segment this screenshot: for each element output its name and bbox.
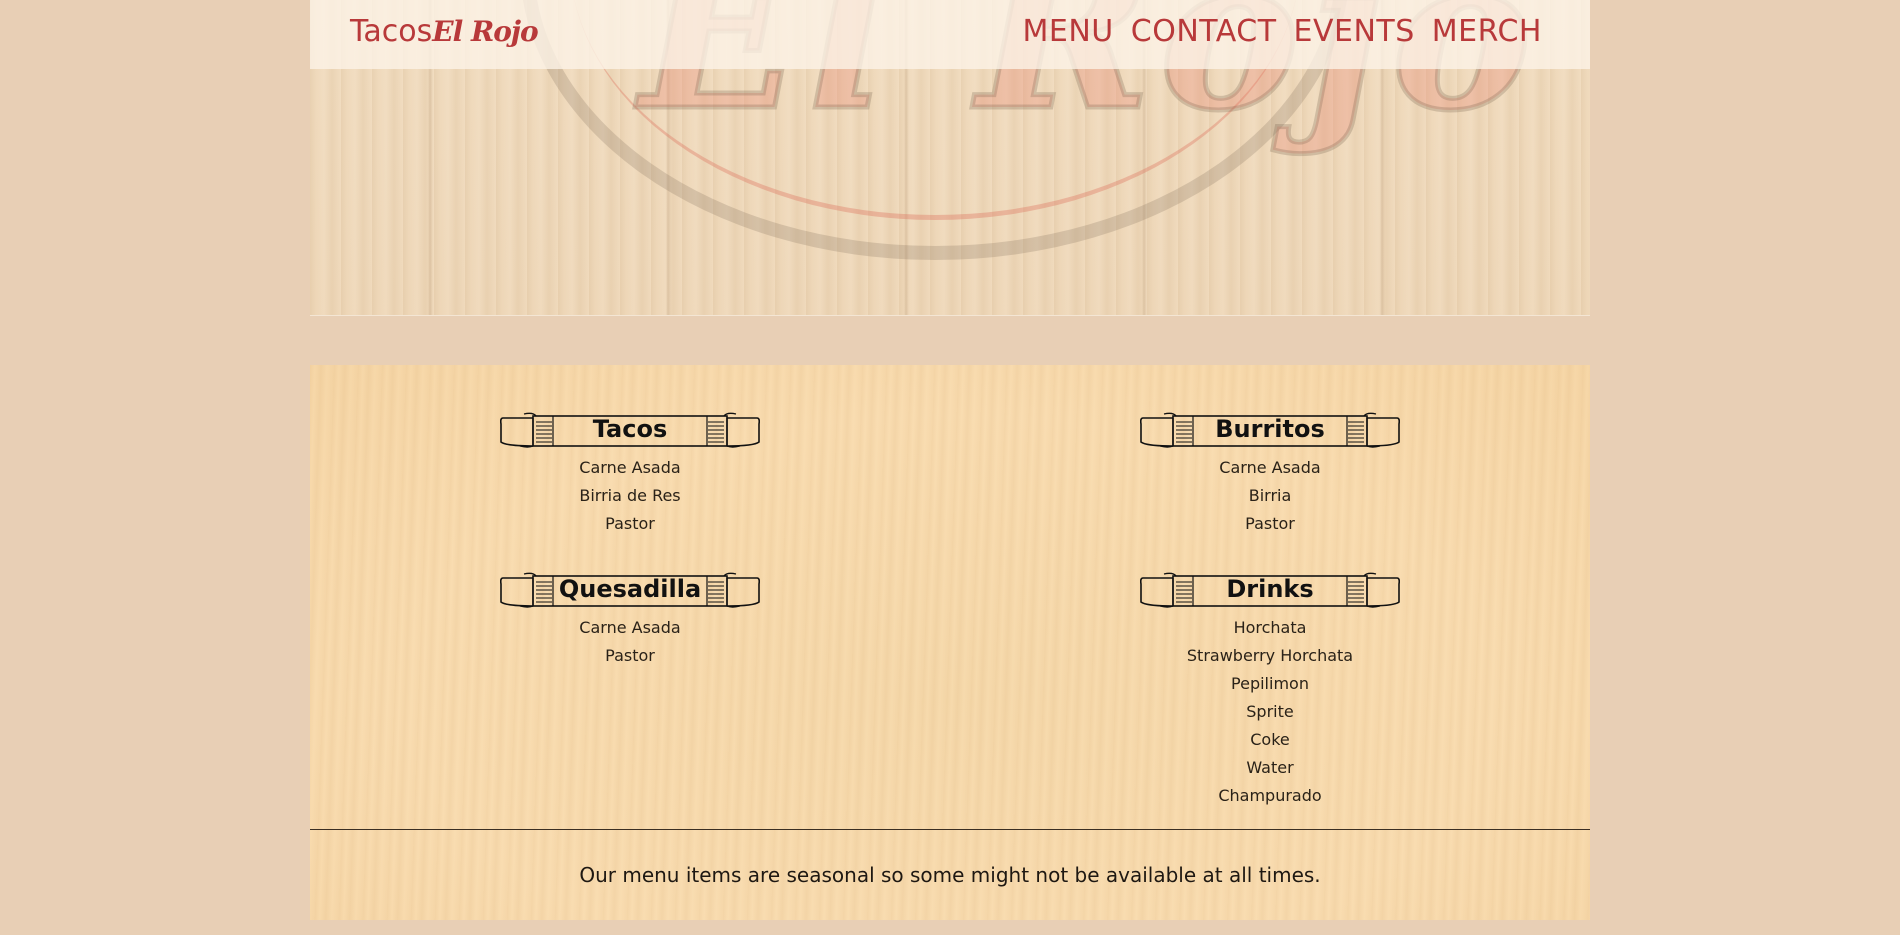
menu-item: Carne Asada	[1219, 458, 1321, 477]
menu-item: Horchata	[1233, 618, 1307, 637]
scroll-banner: Drinks	[1140, 572, 1400, 612]
scroll-banner: Burritos	[1140, 412, 1400, 452]
menu-divider	[310, 829, 1590, 830]
nav-events-link[interactable]: EVENTS	[1294, 14, 1415, 49]
item-list: Horchata Strawberry Horchata Pepilimon S…	[1140, 614, 1400, 810]
scroll-banner: Quesadilla	[500, 572, 760, 612]
menu-item: Birria	[1248, 486, 1292, 505]
menu-item: Water	[1246, 758, 1294, 777]
menu-item: Pastor	[605, 646, 655, 665]
menu-item: Birria de Res	[579, 486, 681, 505]
category-title: Quesadilla	[558, 575, 702, 603]
menu-panel: Tacos Carne Asada Birria de Res Pastor B…	[310, 365, 1590, 920]
menu-category-tacos: Tacos Carne Asada Birria de Res Pastor	[500, 412, 760, 538]
menu-category-drinks: Drinks Horchata Strawberry Horchata Pepi…	[1140, 572, 1400, 810]
menu-item: Pastor	[605, 514, 655, 533]
category-title: Drinks	[1226, 575, 1314, 603]
top-navbar: TacosEl Rojo MENU CONTACT EVENTS MERCH	[310, 0, 1590, 69]
menu-item: Champurado	[1218, 786, 1322, 805]
menu-item: Pepilimon	[1231, 674, 1309, 693]
menu-item: Sprite	[1246, 702, 1294, 721]
menu-item: Strawberry Horchata	[1186, 646, 1354, 665]
nav-merch-link[interactable]: MERCH	[1432, 14, 1542, 49]
menu-item: Coke	[1250, 730, 1290, 749]
category-title: Burritos	[1215, 415, 1325, 443]
menu-item: Carne Asada	[579, 618, 681, 637]
main-nav: MENU CONTACT EVENTS MERCH	[1023, 14, 1542, 49]
menu-item: Carne Asada	[579, 458, 681, 477]
brand-name-second: El Rojo	[432, 15, 538, 48]
hero-banner: El Rojo TacosEl Rojo MENU CONTACT EVENTS…	[310, 0, 1590, 316]
nav-menu-link[interactable]: MENU	[1023, 14, 1114, 49]
scroll-banner: Tacos	[500, 412, 760, 452]
menu-category-quesadilla: Quesadilla Carne Asada Pastor	[500, 572, 760, 670]
nav-contact-link[interactable]: CONTACT	[1131, 14, 1277, 49]
menu-category-burritos: Burritos Carne Asada Birria Pastor	[1140, 412, 1400, 538]
brand-logo[interactable]: TacosEl Rojo	[350, 14, 539, 49]
item-list: Carne Asada Pastor	[500, 614, 760, 670]
brand-name-first: Tacos	[350, 14, 433, 49]
category-title: Tacos	[592, 415, 668, 443]
item-list: Carne Asada Birria de Res Pastor	[500, 454, 760, 538]
item-list: Carne Asada Birria Pastor	[1140, 454, 1400, 538]
page: El Rojo TacosEl Rojo MENU CONTACT EVENTS…	[0, 0, 1900, 935]
seasonal-note: Our menu items are seasonal so some migh…	[579, 863, 1321, 887]
menu-item: Pastor	[1245, 514, 1295, 533]
